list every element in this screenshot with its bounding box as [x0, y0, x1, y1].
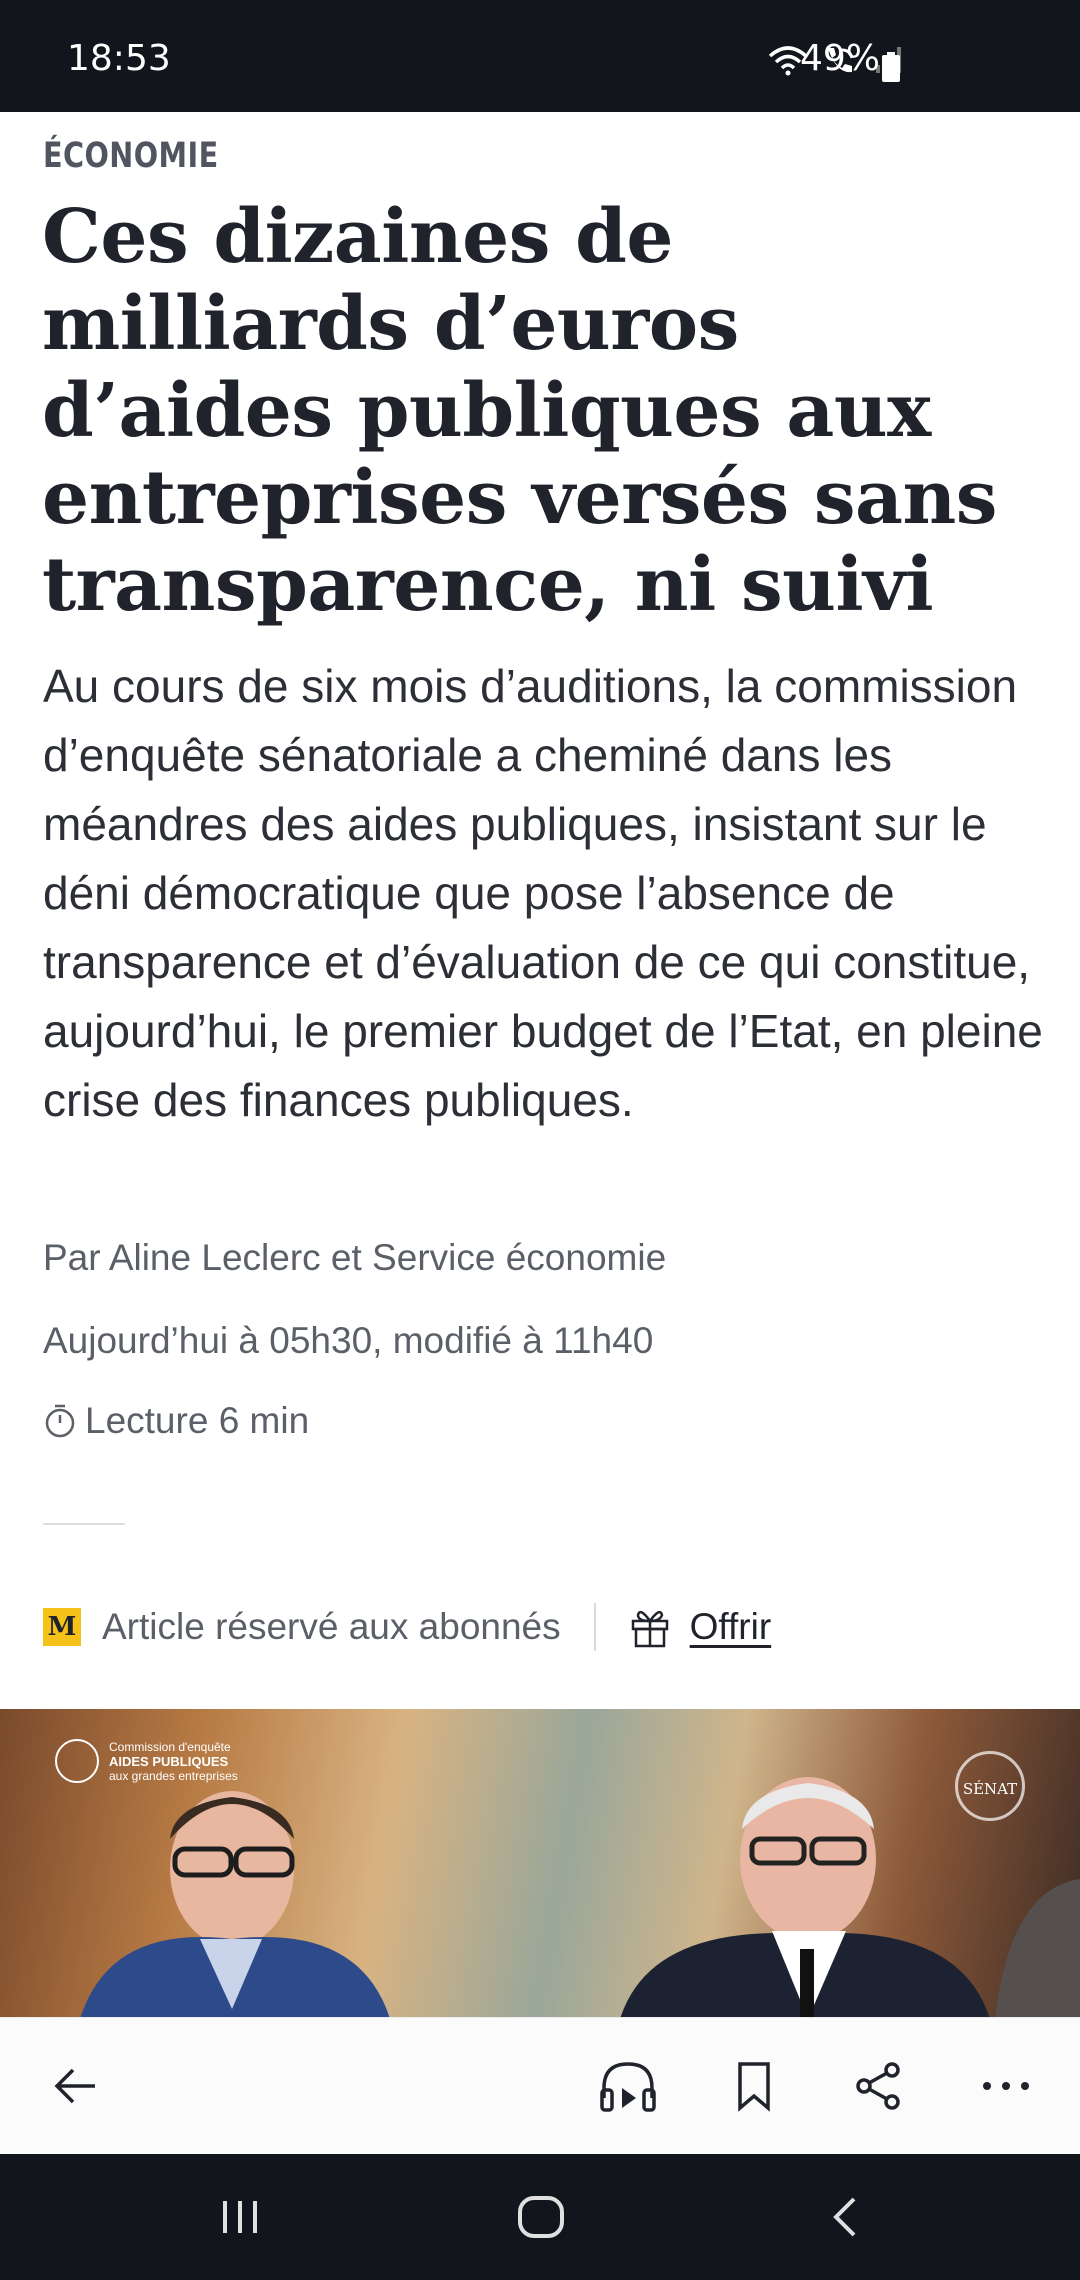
section-label[interactable]: ÉCONOMIE [43, 136, 219, 176]
recent-apps-icon [223, 2201, 257, 2233]
share-icon [856, 2062, 900, 2110]
commission-overlay: Commission d'enquête AIDES PUBLIQUES aux… [55, 1739, 238, 1783]
status-time: 18:53 [67, 38, 171, 79]
headphones-icon [600, 2062, 656, 2112]
article-toolbar [0, 2017, 1080, 2155]
article-headline: Ces dizaines de milliards d’euros d’aide… [42, 194, 997, 628]
more-icon [983, 2082, 1029, 2090]
separator [593, 1603, 596, 1651]
bookmark-button[interactable] [724, 2056, 784, 2116]
home-icon [518, 2196, 564, 2238]
battery-percent: 49% [800, 38, 881, 79]
reading-time-label: Lecture 6 min [85, 1400, 310, 1441]
system-back-button[interactable] [815, 2192, 875, 2242]
senat-logo: SÉNAT [955, 1751, 1025, 1821]
recent-apps-button[interactable] [210, 2192, 270, 2242]
offer-link[interactable]: Offrir [690, 1606, 772, 1648]
status-bar: 18:53 49% [0, 0, 1080, 112]
stopwatch-icon [45, 1404, 75, 1438]
gift-icon[interactable] [628, 1605, 672, 1649]
back-arrow-icon [54, 2068, 95, 2104]
home-button[interactable] [511, 2192, 571, 2242]
article-dateline: Aujourd’hui à 05h30, modifié à 11h40 [43, 1320, 654, 1361]
article-photo[interactable]: Commission d'enquête AIDES PUBLIQUES aux… [0, 1709, 1080, 2017]
subscriber-bar: M Article réservé aux abonnés Offrir [43, 1597, 771, 1657]
commission-seal-icon [55, 1739, 99, 1783]
subscriber-label: Article réservé aux abonnés [102, 1606, 561, 1647]
more-button[interactable] [976, 2056, 1036, 2116]
battery-icon [882, 52, 900, 82]
article-lead: Au cours de six mois d’auditions, la com… [43, 660, 1043, 1126]
back-button[interactable] [45, 2056, 105, 2116]
article-content[interactable]: ÉCONOMIE Ces dizaines de milliards d’eur… [0, 112, 1080, 2017]
reading-time: Lecture 6 min [43, 1400, 309, 1442]
bookmark-icon [738, 2062, 770, 2112]
article-byline[interactable]: Par Aline Leclerc et Service économie [43, 1237, 666, 1279]
listen-button[interactable] [598, 2056, 658, 2116]
le-monde-badge-icon: M [43, 1608, 81, 1646]
share-button[interactable] [849, 2056, 909, 2116]
divider [43, 1523, 125, 1525]
back-icon [833, 2197, 856, 2237]
system-nav-bar [0, 2154, 1080, 2280]
